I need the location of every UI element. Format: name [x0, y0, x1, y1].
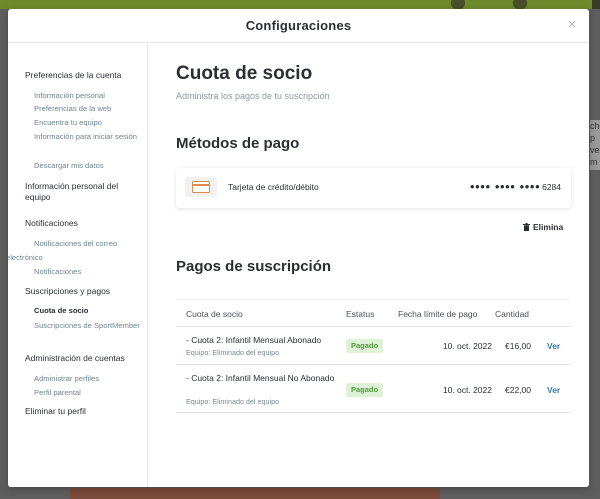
table-row: - Cuota 2: Infantil Mensual No Abonado E… — [176, 365, 571, 413]
background-header-strip — [0, 0, 600, 10]
background-text: ch p ve m — [590, 120, 600, 170]
settings-sidebar: Preferencias de la cuenta Información pe… — [8, 44, 148, 487]
main-content: Cuota de socio Administra los pagos de t… — [149, 44, 589, 487]
table-row: - Cuota 2: Infantil Mensual Abonado Equi… — [176, 327, 571, 365]
sidebar-section-account-preferences[interactable]: Preferencias de la cuenta — [25, 70, 121, 81]
sidebar-section-team-personal-info[interactable]: Información personal del equipo — [25, 181, 135, 203]
background-icon — [592, 0, 600, 9]
payment-method-card: Tarjeta de crédito/débito •••• •••• ••••… — [176, 168, 571, 208]
sidebar-item-login-info[interactable]: Información para iniciar sesión — [8, 130, 146, 144]
status-badge: Pagado — [346, 339, 384, 353]
card-last-four: 6284 — [542, 182, 561, 192]
due-date: 10. oct. 2022 — [442, 385, 492, 395]
fee-name: - Cuota 2: Infantil Mensual Abonado — [186, 335, 322, 345]
fee-team: Equipo: Eliminado del equipo — [186, 348, 280, 357]
column-header-amount: Cantidad — [495, 309, 530, 319]
sidebar-item-parental-profile[interactable]: Perfil parental — [34, 386, 81, 400]
column-header-status: Estatus — [346, 309, 375, 319]
amount: €22,00 — [505, 385, 531, 395]
fee-team: Equipo: Eliminado del equipo — [186, 397, 280, 406]
sidebar-section-subscriptions-payments[interactable]: Suscripciones y pagos — [25, 286, 110, 297]
sidebar-section-account-management[interactable]: Administración de cuentas — [25, 353, 125, 364]
payment-methods-heading: Métodos de pago — [176, 135, 300, 152]
sidebar-item-find-team[interactable]: Encuentra tu equipo — [34, 116, 102, 130]
sidebar-section-notifications[interactable]: Notificaciones — [25, 218, 78, 229]
status-badge: Pagado — [346, 383, 384, 397]
sidebar-item-manage-profiles[interactable]: Administrar perfiles — [34, 372, 99, 386]
fee-name: - Cuota 2: Infantil Mensual No Abonado — [186, 373, 335, 383]
page-title: Cuota de socio — [176, 63, 313, 84]
sidebar-section-delete-profile[interactable]: Eliminar tu perfil — [25, 406, 86, 417]
subscription-payments-heading: Pagos de suscripción — [176, 258, 332, 275]
background-image — [70, 488, 440, 499]
credit-card-icon — [185, 177, 217, 197]
payment-method-label: Tarjeta de crédito/débito — [228, 182, 319, 192]
sidebar-item-notifications[interactable]: Notificaciones — [34, 265, 81, 279]
view-payment-link[interactable]: Ver — [547, 385, 560, 395]
sidebar-item-download-data[interactable]: Descargar mis datos — [34, 159, 104, 173]
amount: €16,00 — [505, 341, 531, 351]
settings-modal: Configuraciones × Preferencias de la cue… — [8, 9, 589, 487]
column-header-due-date: Fecha límite de pago — [398, 309, 478, 319]
close-icon[interactable]: × — [565, 17, 579, 32]
card-number-mask: •••• •••• •••• — [470, 179, 541, 194]
delete-payment-method-button[interactable]: Elimina — [523, 222, 563, 232]
sidebar-item-web-preferences[interactable]: Preferencias de la web — [34, 102, 111, 116]
payments-table: Cuota de socio Estatus Fecha límite de p… — [176, 299, 571, 413]
modal-title: Configuraciones — [245, 18, 352, 33]
view-payment-link[interactable]: Ver — [547, 341, 560, 351]
trash-icon — [523, 223, 530, 231]
delete-label: Elimina — [533, 222, 564, 232]
page-subtitle: Administra los pagos de tu suscripción — [176, 91, 330, 101]
column-header-fee: Cuota de socio — [186, 309, 243, 319]
table-header: Cuota de socio Estatus Fecha límite de p… — [176, 299, 571, 327]
sidebar-item-membership-fee[interactable]: Cuota de socio — [34, 304, 88, 318]
modal-header: Configuraciones × — [8, 9, 589, 43]
sidebar-item-sportmember-subscriptions[interactable]: Suscripciones de SportMember — [8, 319, 146, 333]
sidebar-item-email-notifications[interactable]: Notificaciones del correo electrónico — [8, 237, 146, 264]
due-date: 10. oct. 2022 — [442, 341, 492, 351]
sidebar-item-personal-info[interactable]: Información personal — [34, 89, 105, 103]
